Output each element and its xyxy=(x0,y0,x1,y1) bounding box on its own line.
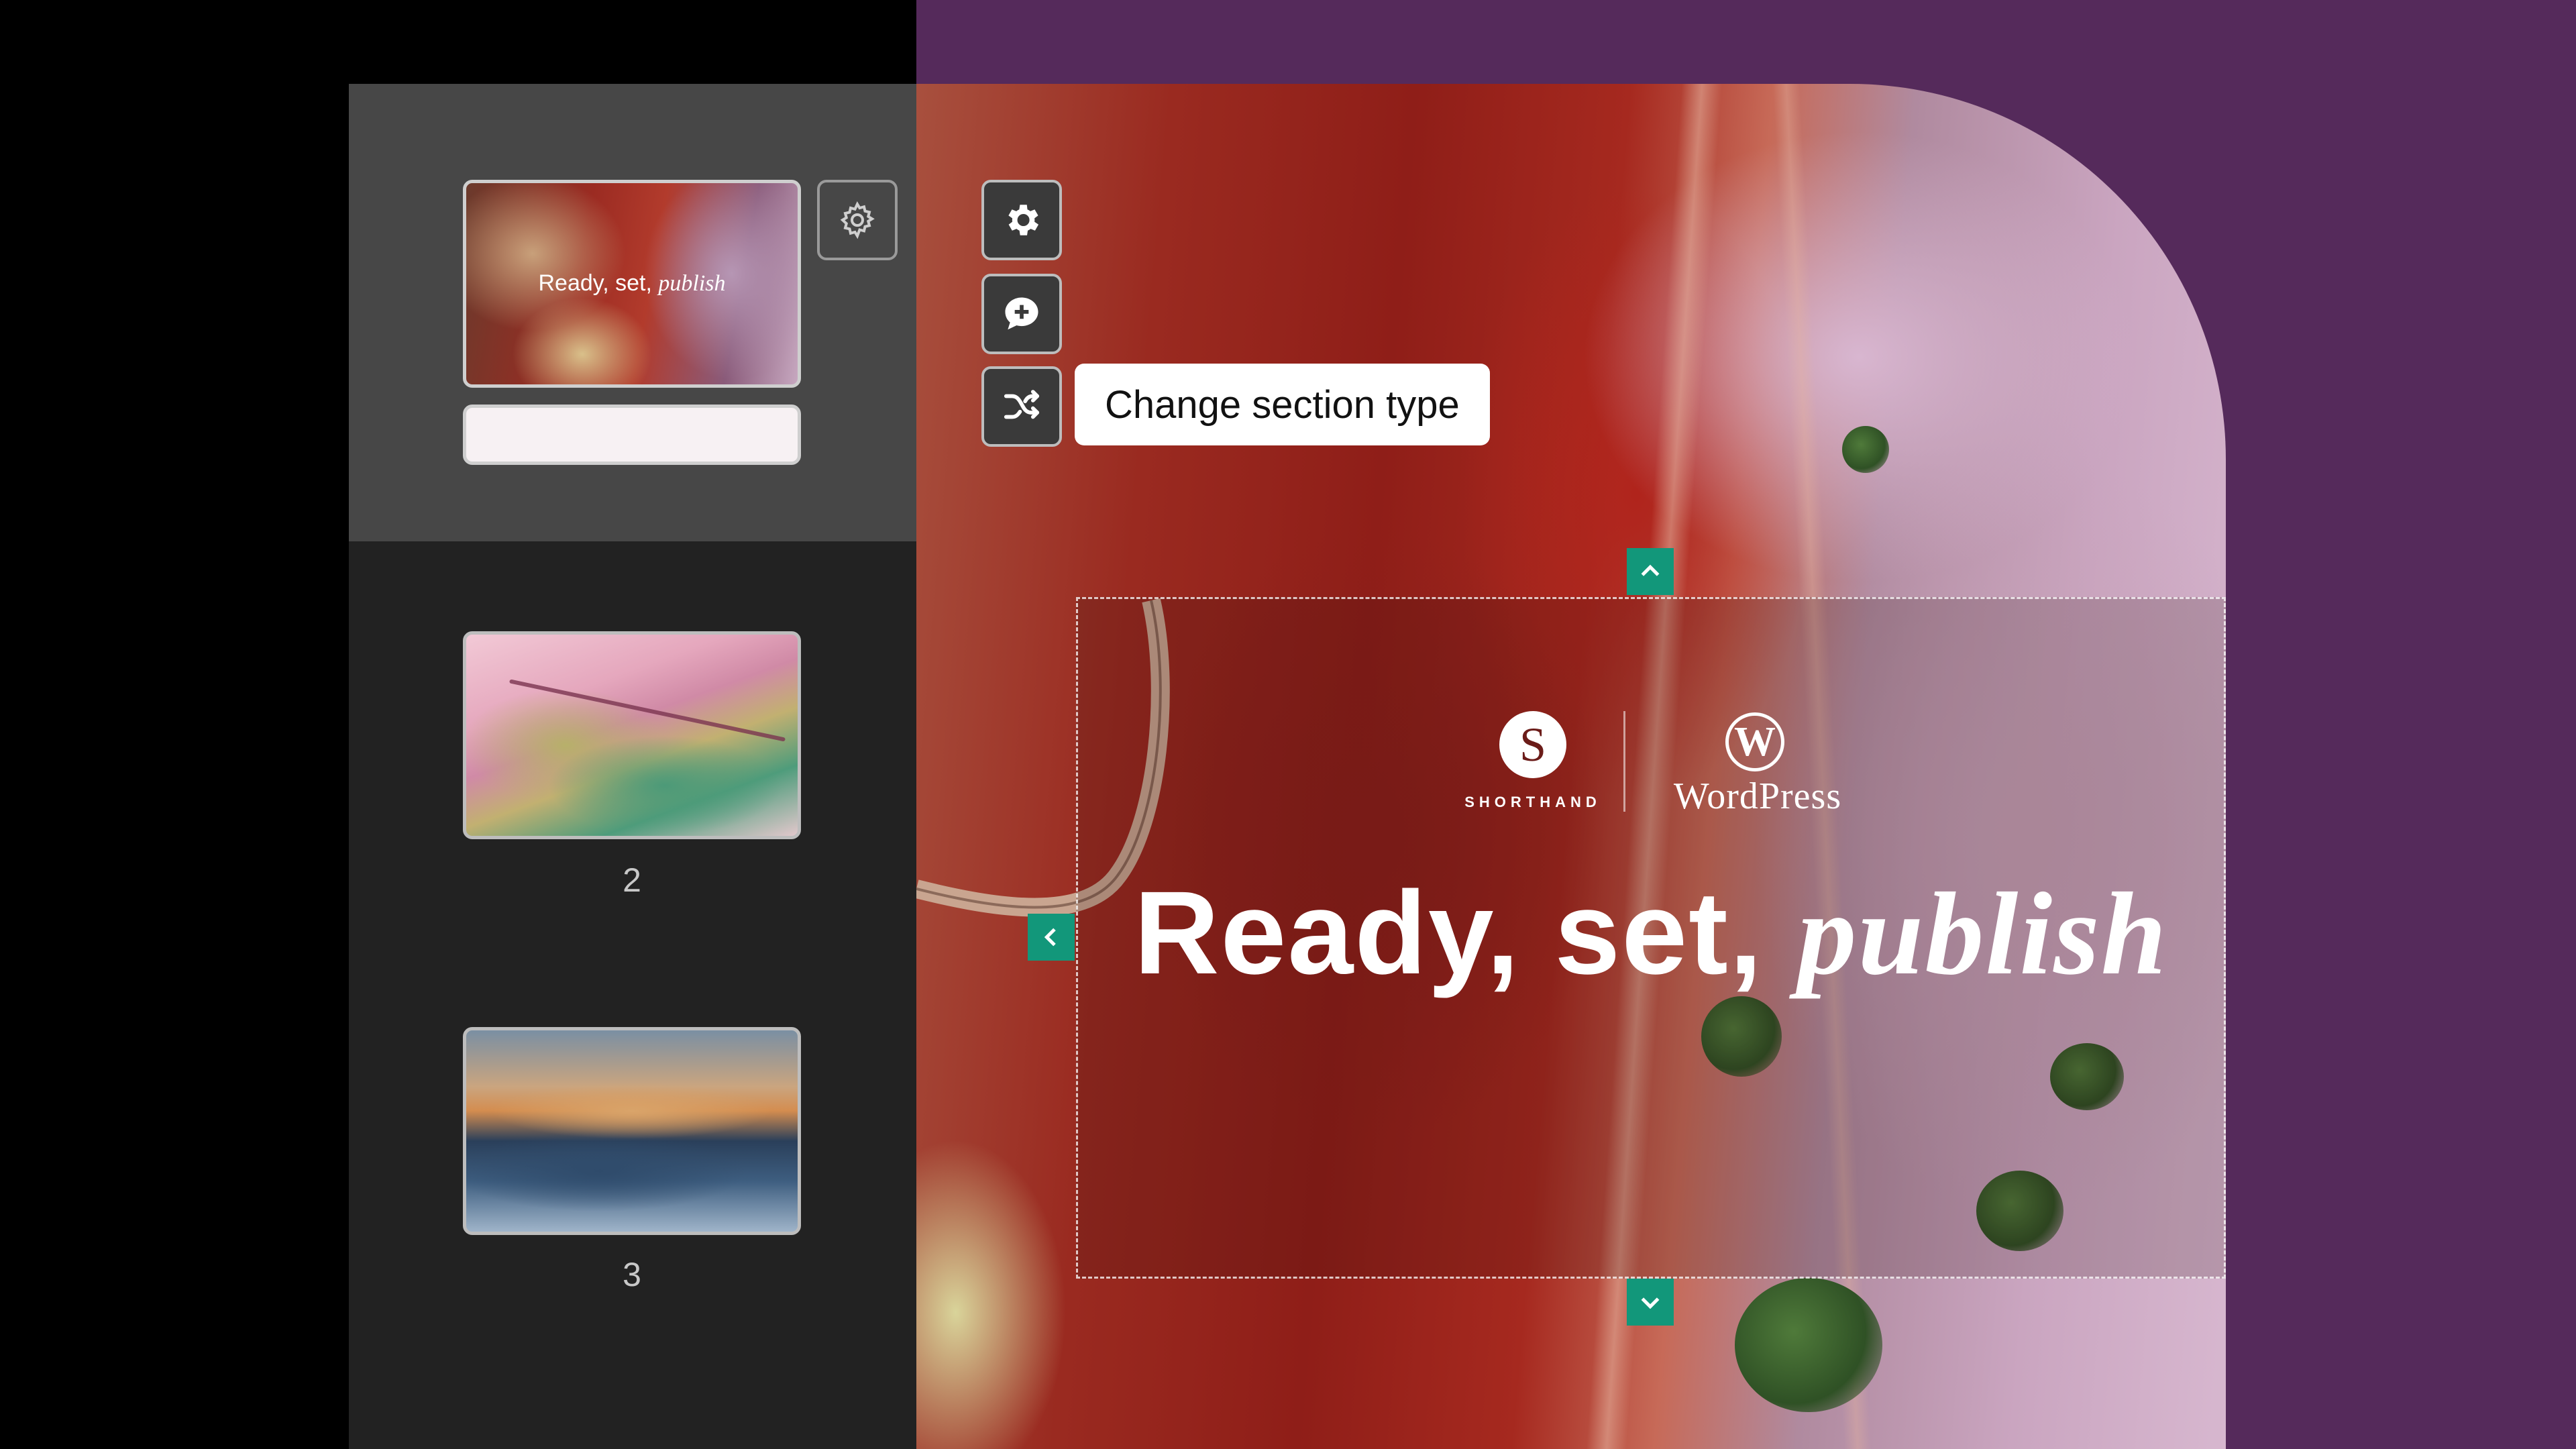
section-name-input[interactable] xyxy=(463,405,801,465)
wordpress-logo: W xyxy=(1725,712,1784,771)
shorthand-wordmark: SHORTHAND xyxy=(1464,794,1601,810)
shorthand-logo: S xyxy=(1499,711,1566,778)
move-section-up-button[interactable] xyxy=(1627,548,1674,595)
add-comment-button[interactable] xyxy=(981,274,1062,354)
comment-add-icon xyxy=(1005,297,1038,330)
sections-panel: Ready, set, publish 2 3 xyxy=(349,84,916,1449)
section-headline[interactable]: Ready, set, publish xyxy=(1076,865,2226,1002)
shuffle-icon xyxy=(1004,390,1040,419)
section-number-2: 2 xyxy=(623,861,641,899)
move-section-down-button[interactable] xyxy=(1627,1279,1674,1326)
section-number-3: 3 xyxy=(623,1256,641,1293)
gear-outline-icon xyxy=(840,201,875,239)
tree-detail xyxy=(1735,1278,1882,1412)
wordpress-wordmark: WordPress xyxy=(1673,775,1842,817)
change-section-type-button[interactable] xyxy=(981,366,1062,447)
chevron-down-icon xyxy=(1641,1297,1660,1309)
logo-divider xyxy=(1623,711,1625,812)
chevron-left-icon xyxy=(1044,928,1056,947)
thumbnail-detail xyxy=(508,679,786,742)
tooltip-change-section-type: Change section type xyxy=(1075,364,1490,445)
tree-detail xyxy=(1842,426,1889,473)
section-thumbnail-3[interactable] xyxy=(463,1027,801,1235)
section-thumbnail-2[interactable] xyxy=(463,631,801,839)
section-thumbnail-1[interactable]: Ready, set, publish xyxy=(463,180,801,388)
partner-logos: S SHORTHAND W WordPress xyxy=(1462,698,1892,818)
section-settings-button[interactable] xyxy=(817,180,898,260)
resize-left-button[interactable] xyxy=(1028,914,1075,961)
thumbnail-title: Ready, set, publish xyxy=(538,270,726,296)
section-settings-tool-button[interactable] xyxy=(981,180,1062,260)
chevron-up-icon xyxy=(1641,564,1660,576)
gear-icon xyxy=(1008,205,1039,235)
